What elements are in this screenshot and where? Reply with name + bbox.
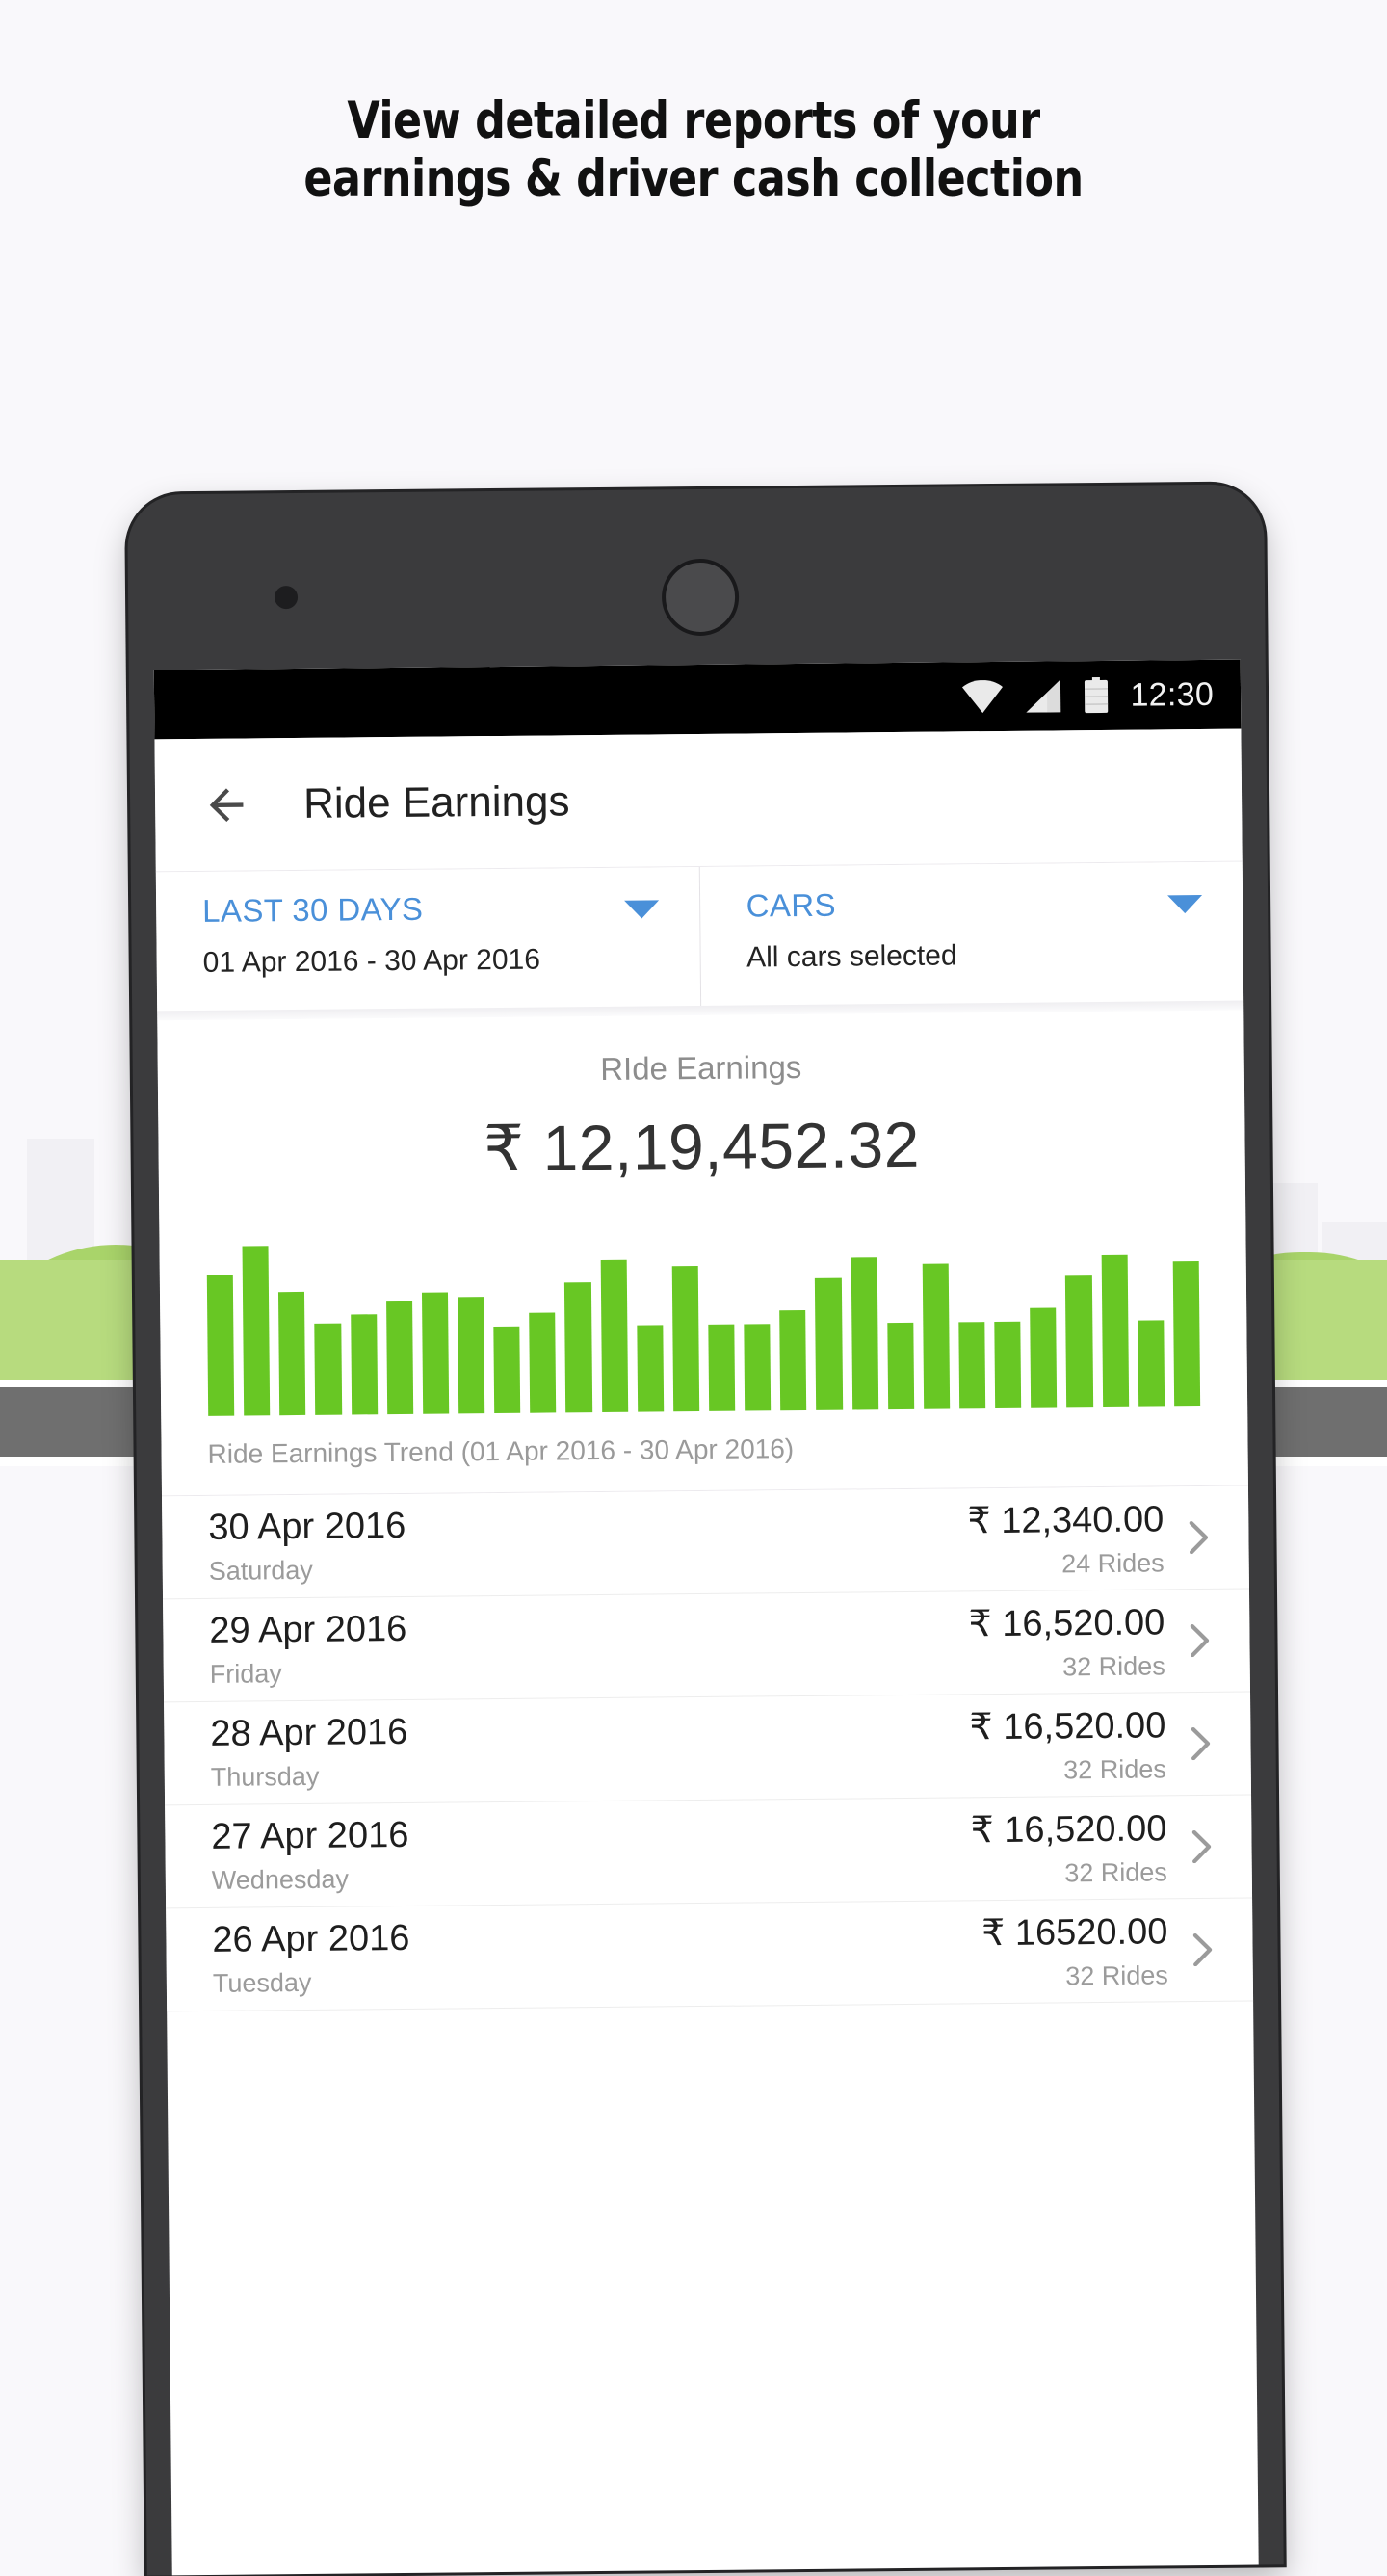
phone-mockup: 12:30 Ride Earnings LAST 30 DAYS 01 Apr … [127,484,1284,2575]
wifi-icon [962,680,1003,713]
row-amount-block: ₹ 16,520.00 32 Rides [969,1703,1166,1786]
chart-bar [1101,1254,1129,1407]
chart-bar [243,1246,271,1416]
status-bar-clock: 12:30 [1130,675,1214,714]
filter-row: LAST 30 DAYS 01 Apr 2016 - 30 Apr 2016 C… [156,862,1243,1012]
chart-caption: Ride Earnings Trend (01 Apr 2016 - 30 Ap… [161,1406,1248,1496]
chart-bar [1138,1320,1165,1406]
back-arrow-icon[interactable] [201,779,251,829]
row-date-block: 28 Apr 2016Thursday [210,1706,970,1793]
chart-bar [779,1310,806,1411]
row-date: 29 Apr 2016 [209,1603,969,1652]
row-weekday: Wednesday [212,1858,971,1896]
summary-label: RIde Earnings [158,1045,1244,1092]
row-rides-count: 32 Rides [971,1857,1167,1889]
chevron-right-icon[interactable] [1191,1727,1210,1760]
chart-bar [351,1314,378,1415]
row-amount-block: ₹ 16,520.00 32 Rides [970,1806,1167,1889]
app-bar: Ride Earnings [154,729,1242,873]
chart-bar [994,1322,1021,1408]
chart-bar [672,1266,700,1411]
chart-bar [815,1278,842,1410]
page-title: View detailed reports of your earnings &… [48,92,1338,208]
row-weekday: Thursday [211,1755,970,1793]
chevron-right-icon[interactable] [1191,1830,1211,1863]
row-rides-count: 32 Rides [970,1754,1166,1786]
table-row[interactable]: 30 Apr 2016Saturday₹ 12,340.0024 Rides [162,1486,1249,1600]
chevron-right-icon[interactable] [1192,1933,1212,1966]
table-row[interactable]: 28 Apr 2016Thursday₹ 16,520.0032 Rides [164,1693,1251,1806]
chart-bar [887,1323,914,1409]
row-amount: ₹ 16,520.00 [968,1600,1165,1645]
row-rides-count: 32 Rides [981,1960,1168,1992]
chart-bar [315,1323,342,1415]
summary-amount: ₹ 12,19,452.32 [158,1105,1245,1190]
chart-bar [958,1322,985,1408]
row-amount: ₹ 16520.00 [981,1909,1168,1955]
table-row[interactable]: 29 Apr 2016Friday₹ 16,520.0032 Rides [163,1590,1250,1703]
chart-bar [422,1293,449,1414]
chart-bar [493,1327,520,1413]
chart-bar [564,1282,591,1412]
table-row[interactable]: 26 Apr 2016Tuesday₹ 16520.0032 Rides [166,1899,1253,2012]
row-date: 28 Apr 2016 [210,1706,970,1755]
app-bar-title: Ride Earnings [303,777,570,828]
row-date-block: 26 Apr 2016Tuesday [212,1912,982,1999]
filter-date-range-title: LAST 30 DAYS [202,888,670,930]
row-rides-count: 32 Rides [969,1651,1165,1683]
filter-date-range-value: 01 Apr 2016 - 30 Apr 2016 [203,942,671,980]
row-amount-block: ₹ 16,520.00 32 Rides [968,1600,1165,1683]
chart-bar [600,1259,628,1412]
row-date: 27 Apr 2016 [211,1809,971,1858]
chart-bar [529,1312,556,1413]
chart-bar [1065,1275,1092,1407]
chart-bar [1030,1307,1057,1408]
chevron-down-icon[interactable] [1167,895,1202,913]
row-date-block: 27 Apr 2016Wednesday [211,1809,971,1896]
chart-bar [744,1324,771,1410]
chart-bar [386,1301,413,1414]
earnings-summary-card: RIde Earnings ₹ 12,19,452.32 Ride Earnin… [157,1011,1248,1497]
signal-icon [1024,679,1062,712]
filter-cars-title: CARS [746,883,1214,925]
row-rides-count: 24 Rides [968,1548,1165,1580]
phone-screen: 12:30 Ride Earnings LAST 30 DAYS 01 Apr … [154,660,1259,2576]
row-date: 30 Apr 2016 [208,1500,968,1549]
row-date-block: 29 Apr 2016Friday [209,1603,969,1690]
chart-bar [923,1263,951,1408]
earnings-trend-chart [201,1233,1205,1416]
row-weekday: Tuesday [213,1961,982,1999]
row-amount: ₹ 16,520.00 [969,1703,1165,1748]
filter-cars-value: All cars selected [746,937,1215,975]
chart-bar [1173,1261,1201,1406]
row-amount-block: ₹ 16520.00 32 Rides [981,1909,1168,1992]
table-row[interactable]: 27 Apr 2016Wednesday₹ 16,520.0032 Rides [165,1796,1252,1909]
daily-earnings-list: 30 Apr 2016Saturday₹ 12,340.0024 Rides29… [162,1486,1253,2012]
row-date: 26 Apr 2016 [212,1912,981,1961]
earpiece-sensor-icon [662,559,740,637]
chart-bar [278,1292,305,1415]
chart-bar [207,1275,235,1416]
chart-bar [458,1298,484,1414]
phone-bezel-top [127,484,1266,670]
headline-line-2: earnings & driver cash collection [48,150,1338,208]
filter-cars[interactable]: CARS All cars selected [698,862,1243,1006]
chevron-right-icon[interactable] [1190,1624,1209,1657]
chevron-right-icon[interactable] [1189,1521,1208,1554]
row-amount: ₹ 12,340.00 [967,1497,1164,1542]
chart-bar [708,1325,735,1411]
chart-bar [637,1325,664,1411]
row-weekday: Friday [210,1652,969,1690]
chevron-down-icon[interactable] [624,900,659,918]
filter-date-range[interactable]: LAST 30 DAYS 01 Apr 2016 - 30 Apr 2016 [156,867,700,1011]
headline-line-1: View detailed reports of your [48,92,1338,150]
front-camera-icon [275,586,298,609]
status-bar: 12:30 [154,660,1242,740]
row-date-block: 30 Apr 2016Saturday [208,1500,968,1587]
row-amount: ₹ 16,520.00 [970,1806,1166,1852]
row-weekday: Saturday [209,1549,968,1587]
row-amount-block: ₹ 12,340.00 24 Rides [967,1497,1165,1580]
battery-icon [1084,677,1109,714]
chart-bar [851,1257,878,1410]
